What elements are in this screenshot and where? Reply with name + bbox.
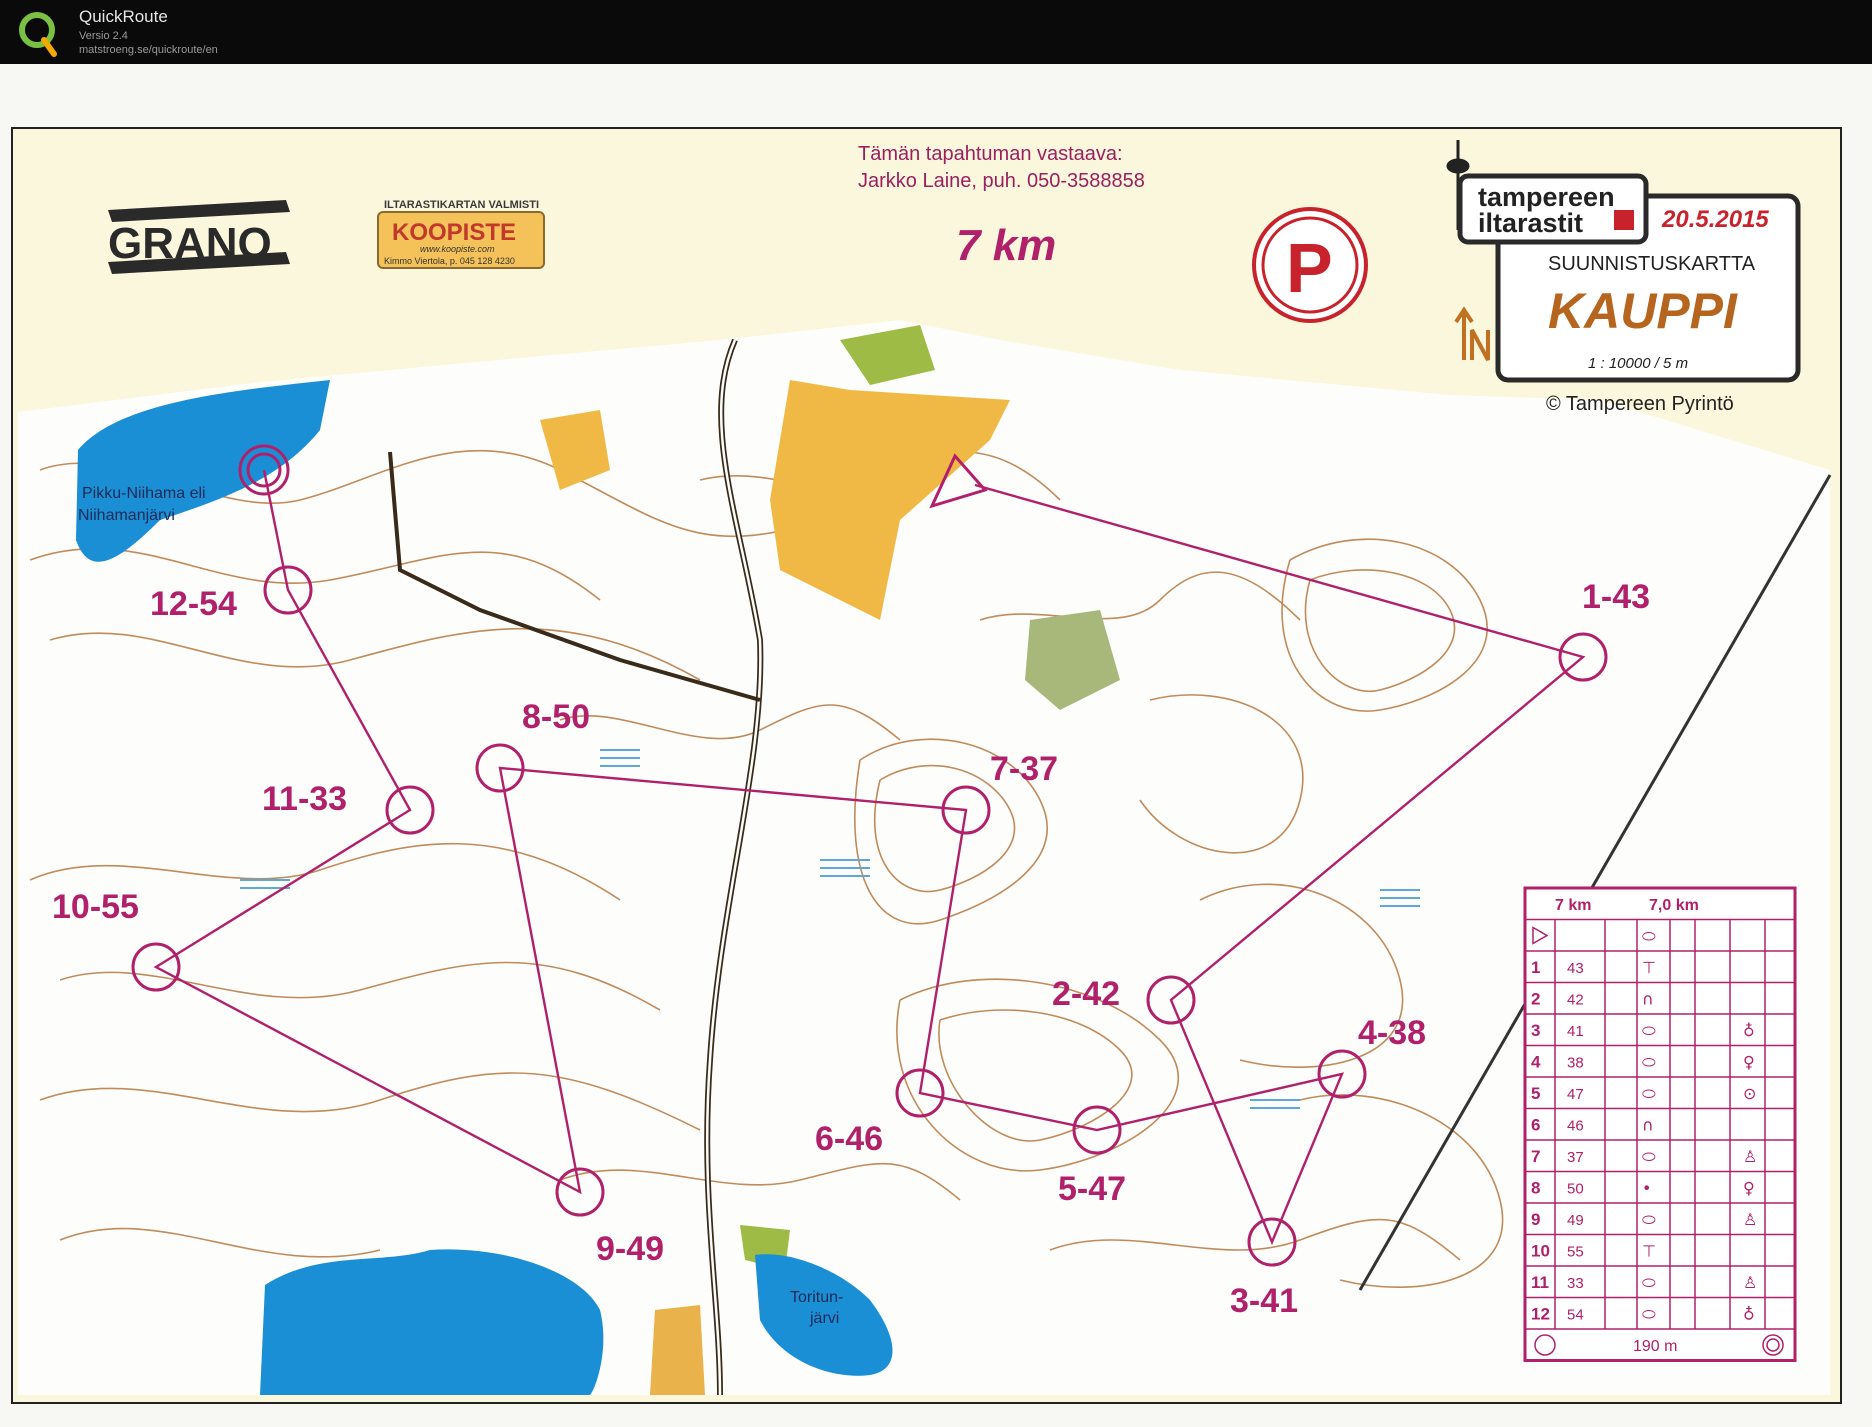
control-label-1: 1-43 [1582, 578, 1650, 616]
koopiste-logo: ILTARASTIKARTAN VALMISTI KOOPISTE www.ko… [377, 199, 545, 269]
map-scale: 1 : 10000 / 5 m [1588, 355, 1688, 372]
description-code: 50 [1567, 1181, 1584, 1198]
control-label-10: 10-55 [52, 888, 139, 926]
description-code: 33 [1567, 1275, 1584, 1292]
description-feature-symbol: ∩ [1642, 1116, 1654, 1135]
brand-flag-icon [1614, 210, 1634, 230]
description-number: 2 [1531, 990, 1540, 1009]
description-code: 41 [1567, 1023, 1584, 1040]
description-number: 12 [1531, 1305, 1550, 1324]
control-label-4: 4-38 [1358, 1014, 1426, 1052]
open-field-south [650, 1305, 705, 1395]
description-number: 4 [1531, 1053, 1541, 1072]
description-feature-symbol: • [1642, 1179, 1651, 1198]
orienteering-map[interactable]: 1-43 2-42 3-41 4-38 5-47 6-46 7-37 8-50 … [0, 64, 1872, 1427]
lake2-name-line2: järvi [809, 1310, 839, 1327]
app-version: Versio 2.4 [79, 30, 128, 42]
description-feature-symbol: ∩ [1642, 990, 1654, 1009]
course-length-title: 7 km [956, 221, 1056, 270]
description-code: 47 [1567, 1086, 1584, 1103]
control-label-2: 2-42 [1052, 975, 1120, 1013]
svg-text:P: P [1286, 229, 1333, 307]
description-location-symbol: ♙ [1743, 1147, 1757, 1166]
control-label-12: 12-54 [150, 585, 237, 623]
brand-line2: iltarastit [1478, 208, 1583, 238]
description-number: 7 [1531, 1147, 1540, 1166]
lake-bottom [260, 1249, 604, 1395]
map-title-box: tampereen iltarastit 20.5.2015 SUUNNISTU… [1457, 173, 1801, 383]
svg-text:Kimmo Viertola, p. 045 128 423: Kimmo Viertola, p. 045 128 4230 [384, 256, 515, 266]
description-location-symbol: ♀ [1743, 1053, 1755, 1072]
description-feature-symbol: ⬭ [1642, 1053, 1656, 1072]
description-location-symbol: ⊙ [1743, 1084, 1756, 1103]
description-number: 1 [1531, 958, 1540, 977]
description-location-symbol: ♁ [1743, 1021, 1755, 1040]
description-feature-symbol: ⬭ [1642, 1084, 1656, 1103]
description-feature-symbol: ⬭ [1642, 1305, 1656, 1324]
description-number: 5 [1531, 1084, 1540, 1103]
description-location-symbol: ♙ [1743, 1273, 1757, 1292]
lake2-name-line1: Toritun- [790, 1289, 843, 1306]
description-code: 55 [1567, 1244, 1584, 1261]
lake-name-line1: Pikku-Niihama eli [82, 485, 206, 502]
contact-line1: Tämän tapahtuman vastaava: [858, 143, 1123, 165]
description-number: 11 [1531, 1273, 1549, 1292]
description-code: 42 [1567, 992, 1584, 1009]
control-label-8: 8-50 [522, 698, 590, 736]
description-header-length: 7,0 km [1649, 897, 1699, 914]
description-code: 49 [1567, 1212, 1584, 1229]
svg-text:ILTARASTIKARTAN VALMISTI: ILTARASTIKARTAN VALMISTI [384, 199, 539, 211]
description-start-symbol: ⬭ [1642, 927, 1656, 946]
description-location-symbol: ♁ [1743, 1305, 1755, 1324]
description-code: 46 [1567, 1118, 1584, 1135]
description-location-symbol: ♙ [1743, 1210, 1757, 1229]
map-name: KAUPPI [1548, 283, 1738, 339]
lake-name-line2: Niihamanjärvi [78, 507, 175, 524]
description-feature-symbol: ⬭ [1642, 1210, 1656, 1229]
description-code: 54 [1567, 1307, 1584, 1324]
control-label-9: 9-49 [596, 1230, 664, 1268]
event-date: 20.5.2015 [1661, 206, 1769, 233]
description-number: 8 [1531, 1179, 1540, 1198]
description-location-symbol: ♀ [1743, 1179, 1755, 1198]
description-feature-symbol: ⬭ [1642, 1021, 1656, 1040]
control-label-3: 3-41 [1230, 1282, 1298, 1320]
description-code: 38 [1567, 1055, 1584, 1072]
grano-logo: GRANO [108, 200, 290, 274]
description-number: 9 [1531, 1210, 1540, 1229]
description-feature-symbol: ⊤ [1642, 1242, 1656, 1261]
app-title-bar: QuickRoute Versio 2.4 matstroeng.se/quic… [0, 0, 1872, 64]
description-finish-distance: 190 m [1633, 1338, 1677, 1355]
contact-line2: Jarkko Laine, puh. 050-3588858 [858, 170, 1145, 192]
description-number: 3 [1531, 1021, 1540, 1040]
map-copyright: © Tampereen Pyrintö [1546, 393, 1734, 415]
description-code: 37 [1567, 1149, 1584, 1166]
control-description-sheet: 7 km 7,0 km ⬭ 1 43 ⊤ 2 42 ∩ 3 41 ⬭ ♁ 4 38 ⬭ ♀ 5 47 ⬭ ⊙ 6 46 ∩ 7 3… [1523, 886, 1797, 1362]
control-label-5: 5-47 [1058, 1170, 1126, 1208]
control-label-7: 7-37 [990, 750, 1058, 788]
description-number: 6 [1531, 1116, 1540, 1135]
svg-text:KOOPISTE: KOOPISTE [392, 219, 516, 246]
description-feature-symbol: ⬭ [1642, 1273, 1656, 1292]
parking-icon: P [1252, 207, 1368, 323]
description-feature-symbol: ⬭ [1642, 1147, 1656, 1166]
svg-text:www.koopiste.com: www.koopiste.com [420, 244, 495, 254]
description-feature-symbol: ⊤ [1642, 958, 1656, 977]
description-number: 10 [1531, 1242, 1550, 1261]
control-label-11: 11-33 [262, 780, 347, 818]
map-type: SUUNNISTUSKARTTA [1548, 253, 1756, 275]
description-code: 43 [1567, 960, 1584, 977]
control-label-6: 6-46 [815, 1120, 883, 1158]
app-url: matstroeng.se/quickroute/en [79, 44, 218, 56]
app-name: QuickRoute [79, 7, 168, 26]
quickroute-logo-icon [19, 12, 57, 57]
description-header-course: 7 km [1555, 897, 1591, 914]
